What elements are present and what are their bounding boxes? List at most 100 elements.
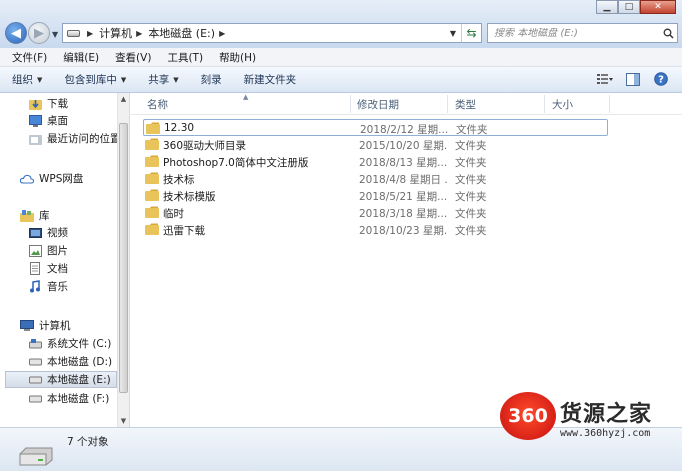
nav-item-desktop[interactable]: 桌面 — [28, 112, 68, 129]
search-box[interactable] — [487, 23, 678, 43]
watermark-url: www.360hyzj.com — [560, 428, 651, 439]
file-name: 360驱动大师目录 — [163, 140, 247, 152]
folder-icon — [145, 155, 159, 167]
nav-item-drive-f[interactable]: 本地磁盘 (F:) — [28, 390, 109, 407]
music-note-icon — [28, 280, 42, 294]
menu-help[interactable]: 帮助(H) — [211, 50, 264, 65]
library-icon — [20, 209, 34, 223]
nav-scrollbar[interactable]: ▲ ▼ — [117, 93, 129, 427]
share-button[interactable]: 共享 ▼ — [148, 72, 178, 87]
breadcrumb-drive-e[interactable]: 本地磁盘 (E:) — [148, 25, 215, 41]
scroll-up-icon[interactable]: ▲ — [118, 93, 129, 105]
nav-item-videos[interactable]: 视频 — [28, 224, 68, 241]
nav-item-pictures[interactable]: 图片 — [28, 242, 68, 259]
picture-icon — [28, 244, 42, 258]
navigation-pane: 下载 桌面 最近访问的位置 WPS网盘 库 视频 图片 文档 音乐 计算机 系统… — [0, 93, 130, 427]
chevron-right-icon[interactable]: ▶ — [219, 29, 225, 38]
nav-item-libraries[interactable]: 库 — [20, 207, 50, 224]
column-divider[interactable] — [447, 95, 448, 113]
nav-item-recent-places[interactable]: 最近访问的位置 — [28, 130, 121, 147]
file-row[interactable]: 迅雷下载 2018/10/23 星期... 文件夹 — [143, 221, 608, 238]
breadcrumb-computer[interactable]: 计算机 — [99, 25, 132, 41]
menu-file[interactable]: 文件(F) — [4, 50, 55, 65]
address-dropdown-icon[interactable]: ▼ — [445, 29, 461, 38]
address-bar[interactable]: ▶ 计算机 ▶ 本地磁盘 (E:) ▶ ▼ ⇆ — [62, 23, 482, 43]
folder-icon — [145, 172, 159, 184]
menu-view[interactable]: 查看(V) — [107, 50, 159, 65]
menu-edit[interactable]: 编辑(E) — [55, 50, 107, 65]
chevron-right-icon[interactable]: ▶ — [136, 29, 142, 38]
nav-label: 计算机 — [39, 320, 71, 332]
column-divider[interactable] — [544, 95, 545, 113]
file-date: 2018/5/21 星期... — [359, 191, 447, 203]
file-row[interactable]: 技术标 2018/4/8 星期日 ... 文件夹 — [143, 170, 608, 187]
recent-places-icon — [28, 132, 42, 146]
nav-label: 文档 — [47, 263, 68, 275]
nav-item-computer[interactable]: 计算机 — [20, 317, 71, 334]
search-input[interactable] — [494, 27, 654, 39]
nav-label: WPS网盘 — [39, 173, 84, 185]
file-type: 文件夹 — [455, 140, 487, 152]
file-row[interactable]: 360驱动大师目录 2015/10/20 星期... 文件夹 — [143, 136, 608, 153]
nav-item-drive-d[interactable]: 本地磁盘 (D:) — [28, 353, 112, 370]
minimize-button[interactable]: ▁ — [596, 0, 618, 14]
close-button[interactable]: ✕ — [640, 0, 676, 14]
back-button[interactable]: ◀ — [5, 22, 27, 44]
nav-item-drive-e[interactable]: 本地磁盘 (E:) — [5, 371, 117, 388]
file-row[interactable]: 临时 2018/3/18 星期... 文件夹 — [143, 204, 608, 221]
watermark-brand: 货源之家 — [560, 402, 653, 427]
column-name[interactable]: 名称 — [147, 97, 168, 111]
folder-icon — [145, 206, 159, 218]
scroll-down-icon[interactable]: ▼ — [118, 415, 129, 427]
folder-icon — [145, 138, 159, 150]
column-type[interactable]: 类型 — [455, 97, 476, 111]
help-icon[interactable]: ? — [652, 71, 670, 87]
nav-item-downloads[interactable]: 下载 — [28, 95, 68, 112]
drive-icon — [28, 392, 42, 406]
hard-drive-icon — [19, 447, 53, 466]
nav-item-documents[interactable]: 文档 — [28, 260, 68, 277]
share-label: 共享 — [148, 74, 170, 86]
file-name: 12.30 — [164, 122, 195, 134]
recent-pages-dropdown[interactable]: ▼ — [52, 30, 58, 39]
svg-text:?: ? — [658, 75, 664, 86]
file-date: 2018/2/12 星期... — [360, 124, 448, 136]
column-divider[interactable] — [350, 95, 351, 113]
file-date: 2018/3/18 星期... — [359, 208, 447, 220]
file-type: 文件夹 — [455, 225, 487, 237]
item-count: 7 个对象 — [67, 436, 109, 448]
column-divider[interactable] — [609, 95, 610, 113]
organize-label: 组织 — [12, 74, 33, 86]
document-icon — [28, 262, 42, 276]
file-row[interactable]: Photoshop7.0简体中文注册版 2018/8/13 星期... 文件夹 — [143, 153, 608, 170]
nav-item-music[interactable]: 音乐 — [28, 278, 68, 295]
file-name: 技术标 — [163, 174, 195, 186]
organize-button[interactable]: 组织 ▼ — [12, 72, 42, 87]
burn-button[interactable]: 刻录 — [201, 72, 222, 87]
maximize-button[interactable]: □ — [618, 0, 640, 14]
chevron-right-icon[interactable]: ▶ — [87, 29, 93, 38]
watermark: 360 货源之家 www.360hyzj.com — [500, 392, 682, 447]
column-modified[interactable]: 修改日期 — [357, 97, 399, 111]
refresh-icon[interactable]: ⇆ — [461, 24, 481, 42]
new-folder-button[interactable]: 新建文件夹 — [244, 72, 297, 87]
nav-item-wps-cloud[interactable]: WPS网盘 — [20, 170, 83, 187]
scrollbar-thumb[interactable] — [119, 123, 128, 393]
include-in-library-button[interactable]: 包含到库中 ▼ — [64, 72, 126, 87]
nav-label: 本地磁盘 (E:) — [47, 374, 111, 386]
nav-label: 本地磁盘 (D:) — [47, 356, 113, 368]
file-row[interactable]: 12.30 2018/2/12 星期... 文件夹 — [143, 119, 608, 136]
forward-button[interactable]: ▶ — [28, 22, 50, 44]
title-bar: ▁ □ ✕ ◀ ▶ ▼ ▶ 计算机 ▶ 本地磁盘 (E:) ▶ ▼ ⇆ — [0, 0, 682, 48]
preview-pane-icon[interactable] — [624, 71, 642, 87]
file-row[interactable]: 技术标模版 2018/5/21 星期... 文件夹 — [143, 187, 608, 204]
file-type: 文件夹 — [455, 191, 487, 203]
column-size[interactable]: 大小 — [552, 97, 573, 111]
menu-tools[interactable]: 工具(T) — [159, 50, 211, 65]
view-options-icon[interactable] — [596, 71, 614, 87]
chevron-down-icon: ▼ — [37, 75, 43, 84]
nav-item-drive-c[interactable]: 系统文件 (C:) — [28, 335, 111, 352]
folder-icon — [146, 122, 160, 134]
search-icon[interactable] — [659, 28, 677, 39]
nav-label: 图片 — [47, 245, 68, 257]
